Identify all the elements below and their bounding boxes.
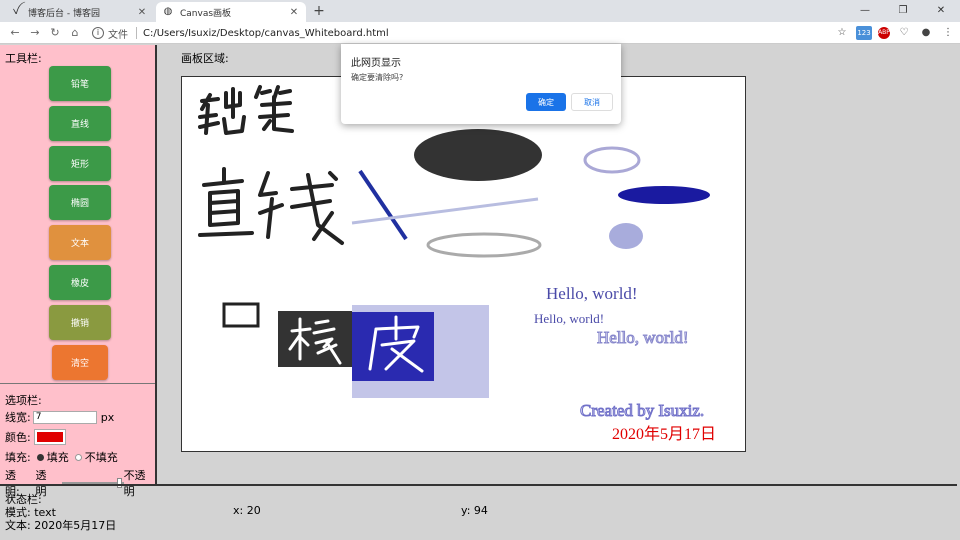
line-width-label: 线宽: bbox=[5, 411, 31, 424]
handwriting-line bbox=[198, 167, 344, 245]
text-hello-3: Hello, world! bbox=[597, 328, 689, 347]
browser-tab-bar: ꪜ 博客后台 - 博客园 ✕ ◍ Canvas画板 ✕ + — ❐ ✕ bbox=[0, 0, 960, 22]
status-x: x: 20 bbox=[233, 504, 261, 517]
home-icon[interactable]: ⌂ bbox=[68, 26, 82, 40]
eraser-button[interactable]: 橡皮 bbox=[49, 265, 111, 300]
restore-icon[interactable]: ❐ bbox=[884, 0, 922, 22]
ellipse-dark bbox=[414, 129, 542, 181]
reload-icon[interactable]: ↻ bbox=[48, 26, 62, 40]
rectangle-outline bbox=[222, 302, 260, 328]
alpha-max-label: 不透明 bbox=[123, 469, 146, 498]
color-picker[interactable] bbox=[33, 429, 66, 445]
divider bbox=[0, 383, 155, 384]
rectangle-dark bbox=[278, 311, 356, 367]
ellipse-gray-outline bbox=[426, 232, 542, 258]
line-width-input[interactable] bbox=[32, 410, 97, 424]
tab-canvas[interactable]: ◍ Canvas画板 ✕ bbox=[156, 2, 306, 22]
url-input[interactable]: i 文件 C:/Users/Isuxiz/Desktop/canvas_Whit… bbox=[92, 25, 827, 41]
close-icon[interactable]: ✕ bbox=[136, 7, 148, 18]
url-scheme-label: 文件 bbox=[108, 29, 128, 41]
ellipse-navy bbox=[618, 186, 710, 204]
color-label: 颜色: bbox=[5, 431, 31, 444]
undo-button[interactable]: 撤销 bbox=[49, 305, 111, 340]
confirm-dialog: 此网页显示 确定要清除吗? 确定 取消 bbox=[341, 44, 621, 124]
no-fill-option-label: 不填充 bbox=[84, 451, 118, 464]
no-fill-radio[interactable] bbox=[74, 453, 82, 461]
handwriting-pencil bbox=[198, 85, 294, 135]
status-text-value: 文本: 2020年5月17日 bbox=[5, 519, 117, 532]
tab-blog[interactable]: ꪜ 博客后台 - 博客园 ✕ bbox=[4, 2, 154, 22]
divider bbox=[0, 484, 957, 486]
star-icon[interactable]: ☆ bbox=[834, 26, 850, 40]
pencil-button[interactable]: 铅笔 bbox=[49, 66, 111, 101]
extension-badge-icon[interactable]: 123 bbox=[856, 26, 872, 40]
text-hello-1: Hello, world! bbox=[546, 284, 638, 303]
divider bbox=[136, 27, 137, 39]
line-button[interactable]: 直线 bbox=[49, 106, 111, 141]
dialog-message: 确定要清除吗? bbox=[351, 73, 404, 82]
close-window-icon[interactable]: ✕ bbox=[922, 0, 960, 22]
text-date: 2020年5月17日 bbox=[612, 425, 716, 443]
window-controls: — ❐ ✕ bbox=[846, 0, 960, 22]
line-width-unit: px bbox=[100, 410, 115, 424]
fill-option-label: 填充 bbox=[46, 451, 69, 464]
alpha-slider[interactable] bbox=[62, 478, 125, 488]
ellipse-button[interactable]: 椭圆 bbox=[49, 185, 111, 220]
close-icon[interactable]: ✕ bbox=[288, 7, 300, 18]
stroke-line-blue bbox=[358, 169, 408, 241]
clear-button[interactable]: 清空 bbox=[52, 345, 108, 380]
forward-icon[interactable]: → bbox=[28, 26, 42, 40]
menu-icon[interactable]: ⋮ bbox=[940, 26, 956, 40]
info-icon[interactable]: i bbox=[92, 27, 104, 39]
ellipse-lavender-outline bbox=[583, 146, 641, 174]
fill-label: 填充: bbox=[5, 451, 31, 464]
status-y: y: 94 bbox=[461, 504, 488, 517]
tab-title: 博客后台 - 博客园 bbox=[28, 8, 100, 19]
options-title: 选项栏: bbox=[5, 394, 42, 407]
pocket-icon[interactable]: ♡ bbox=[896, 26, 912, 40]
text-hello-2: Hello, world! bbox=[534, 311, 604, 326]
tab-title: Canvas画板 bbox=[180, 8, 232, 19]
adblock-icon[interactable]: ABP bbox=[878, 27, 890, 39]
new-tab-button[interactable]: + bbox=[312, 3, 326, 19]
fill-row: 填充: 填充 不填充 bbox=[5, 449, 118, 465]
address-bar: ← → ↻ ⌂ i 文件 C:/Users/Isuxiz/Desktop/can… bbox=[0, 22, 960, 44]
board-label: 画板区域: bbox=[181, 52, 229, 65]
slider-thumb[interactable] bbox=[116, 478, 122, 488]
toolbar-panel: 工具栏: 铅笔 直线 矩形 椭圆 文本 橡皮 撤销 清空 选项栏: 线宽: px… bbox=[0, 45, 157, 498]
url-text: C:/Users/Isuxiz/Desktop/canvas_Whiteboar… bbox=[143, 27, 389, 39]
back-icon[interactable]: ← bbox=[8, 26, 22, 40]
text-credit: Created by Isuxiz. bbox=[580, 401, 704, 420]
text-button[interactable]: 文本 bbox=[49, 225, 111, 260]
fill-radio[interactable] bbox=[36, 453, 44, 461]
toolbar-title: 工具栏: bbox=[5, 52, 42, 65]
cancel-button[interactable]: 取消 bbox=[571, 93, 613, 111]
dialog-title: 此网页显示 bbox=[351, 58, 401, 69]
line-width-row: 线宽: px bbox=[5, 409, 114, 425]
browser-extensions: ☆ 123 ABP ♡ ● ⋮ bbox=[834, 25, 956, 41]
drawing-canvas[interactable]: Hello, world! Hello, world! Hello, world… bbox=[181, 76, 746, 452]
ellipse-lavender bbox=[609, 223, 643, 249]
globe-icon: ◍ bbox=[163, 6, 173, 17]
color-row: 颜色: bbox=[5, 429, 66, 445]
minimize-icon[interactable]: — bbox=[846, 0, 884, 22]
ok-button[interactable]: 确定 bbox=[526, 93, 566, 111]
blog-icon: ꪜ bbox=[12, 6, 20, 17]
rectangle-button[interactable]: 矩形 bbox=[49, 146, 111, 181]
profile-icon[interactable]: ● bbox=[918, 26, 934, 40]
canvas-drawing: Hello, world! Hello, world! Hello, world… bbox=[198, 85, 716, 443]
